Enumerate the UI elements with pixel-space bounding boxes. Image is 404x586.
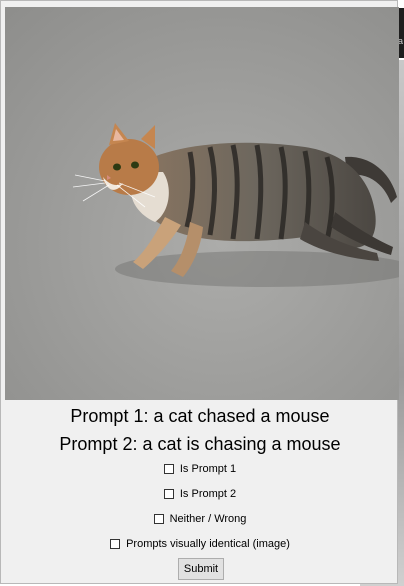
option-is-prompt-1[interactable]: Is Prompt 1 <box>1 463 399 475</box>
neither-wrong-checkbox[interactable] <box>153 514 164 524</box>
prompt-1-text: Prompt 1: a cat chased a mouse <box>70 406 330 426</box>
is-prompt-1-checkbox[interactable] <box>163 464 174 474</box>
labeling-dialog: Prompt 1: a cat chased a mouse Prompt 2:… <box>0 0 399 584</box>
prompt-2-text: Prompt 2: a cat is chasing a mouse <box>59 434 341 454</box>
option-neither-wrong[interactable]: Neither / Wrong <box>1 513 399 525</box>
prompts-identical-checkbox[interactable] <box>110 539 121 549</box>
submit-button[interactable]: Submit <box>178 558 224 580</box>
neither-wrong-label: Neither / Wrong <box>169 513 247 525</box>
is-prompt-2-checkbox[interactable] <box>163 489 174 499</box>
prompts-identical-label: Prompts visually identical (image) <box>126 538 290 550</box>
option-is-prompt-2[interactable]: Is Prompt 2 <box>1 488 399 500</box>
is-prompt-2-label: Is Prompt 2 <box>179 488 237 500</box>
option-prompts-identical[interactable]: Prompts visually identical (image) <box>1 538 399 550</box>
cat-photo <box>5 7 399 400</box>
is-prompt-1-label: Is Prompt 1 <box>179 463 237 475</box>
